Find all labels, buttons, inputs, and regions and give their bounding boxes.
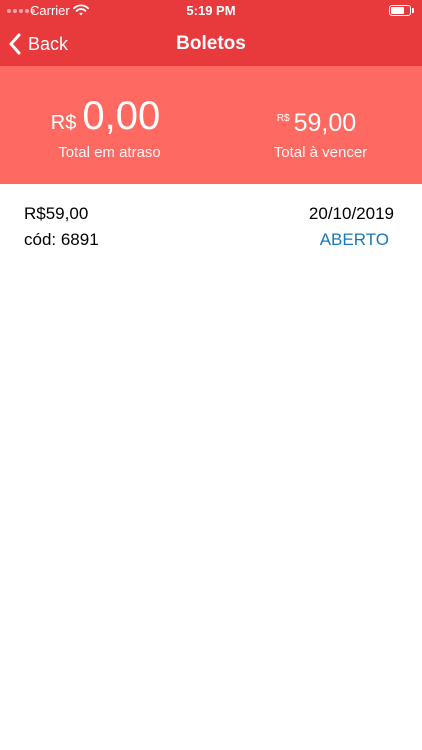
status-badge: ABERTO bbox=[319, 230, 389, 249]
boleto-code: cód: 6891 bbox=[24, 230, 99, 249]
overdue-total: R$ 0,00 Total em atraso bbox=[0, 66, 211, 184]
upcoming-value: 59,00 bbox=[293, 109, 357, 137]
boletos-screen: Carrier 5:19 PM Back Boletos R$ 0,00 Tot… bbox=[0, 0, 422, 750]
battery-tip bbox=[412, 8, 414, 13]
totals-summary: R$ 0,00 Total em atraso R$ 59,00 Total à… bbox=[0, 66, 422, 184]
battery-icon bbox=[389, 5, 411, 16]
status-bar: Carrier 5:19 PM bbox=[0, 0, 422, 22]
upcoming-label: Total à vencer bbox=[273, 144, 368, 161]
boleto-amount: R$59,00 bbox=[24, 204, 89, 223]
overdue-label: Total em atraso bbox=[58, 144, 161, 161]
upcoming-total: R$ 59,00 Total à vencer bbox=[211, 66, 422, 184]
overdue-amount: R$ 0,00 bbox=[0, 94, 211, 138]
boleto-due-date: 20/10/2019 bbox=[308, 204, 394, 223]
boletos-list: R$59,00 cód: 6891 20/10/2019 ABERTO bbox=[0, 184, 422, 262]
upcoming-currency: R$ bbox=[276, 113, 290, 124]
overdue-currency: R$ bbox=[50, 112, 77, 134]
page-title: Boletos bbox=[176, 33, 246, 54]
navigation-bar: Back Boletos bbox=[0, 22, 422, 66]
status-time: 5:19 PM bbox=[186, 3, 236, 18]
upcoming-amount: R$ 59,00 bbox=[211, 108, 422, 138]
overdue-value: 0,00 bbox=[82, 94, 161, 138]
list-item[interactable]: R$59,00 cód: 6891 20/10/2019 ABERTO bbox=[0, 184, 422, 262]
top-bar: Carrier 5:19 PM Back Boletos bbox=[0, 0, 422, 66]
